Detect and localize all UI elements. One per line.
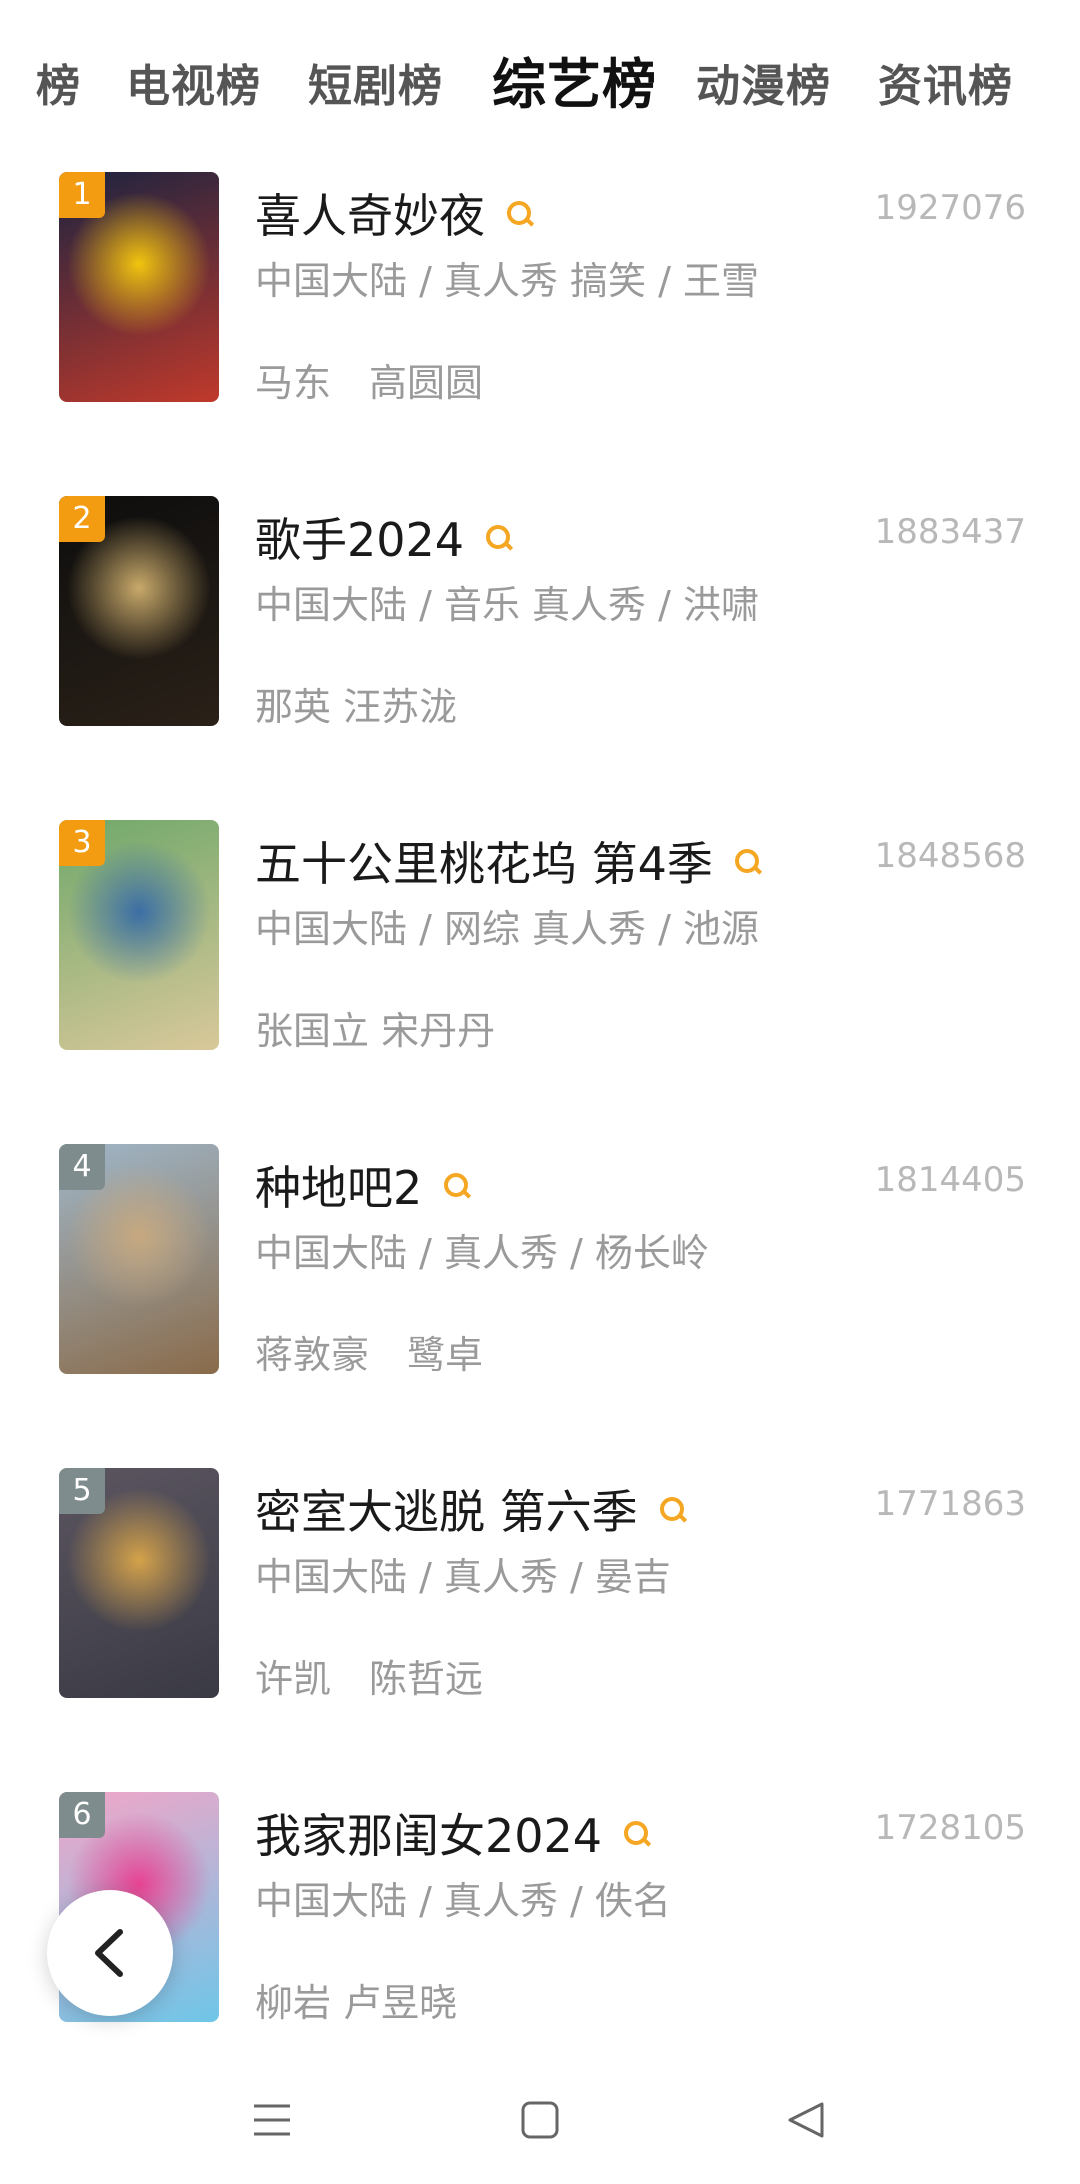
list-item[interactable]: 2 歌手2024 1883437 中国大陆 / 音乐 真人秀 / 洪啸 那英 汪… [0, 484, 1080, 808]
rank-badge: 6 [59, 1792, 105, 1838]
poster-image[interactable]: 5 [59, 1468, 219, 1698]
tab-anime[interactable]: 动漫榜 [696, 50, 831, 114]
search-icon[interactable] [624, 1821, 652, 1847]
category-tabs: 榜 电视榜 短剧榜 综艺榜 动漫榜 资讯榜 [0, 0, 1080, 160]
item-title-row[interactable]: 歌手2024 [255, 504, 514, 570]
search-icon[interactable] [486, 525, 514, 551]
item-title: 我家那闺女2024 [255, 1809, 603, 1863]
list-item[interactable]: 4 种地吧2 1814405 中国大陆 / 真人秀 / 杨长岭 蒋敦豪 鹭卓 [0, 1132, 1080, 1456]
rank-badge: 5 [59, 1468, 105, 1514]
tab-news[interactable]: 资讯榜 [878, 50, 1013, 114]
item-title-row[interactable]: 喜人奇妙夜 [255, 180, 535, 246]
tab-variety[interactable]: 综艺榜 [492, 40, 657, 119]
poster-image[interactable]: 2 [59, 496, 219, 726]
item-cast: 张国立 宋丹丹 [255, 1009, 496, 1053]
menu-icon[interactable] [252, 2100, 292, 2140]
search-icon[interactable] [444, 1173, 472, 1199]
search-icon[interactable] [734, 849, 762, 875]
item-title-row[interactable]: 五十公里桃花坞 第4季 [255, 828, 762, 894]
search-icon[interactable] [659, 1497, 687, 1523]
item-title-row[interactable]: 种地吧2 [255, 1152, 472, 1218]
tab-tv[interactable]: 电视榜 [126, 50, 261, 114]
item-meta: 中国大陆 / 网综 真人秀 / 池源 [255, 907, 760, 951]
heat-score: 1728105 [874, 1808, 1026, 1848]
item-meta: 中国大陆 / 真人秀 / 杨长岭 [255, 1231, 709, 1275]
item-cast: 那英 汪苏泷 [255, 685, 458, 729]
list-item[interactable]: 3 五十公里桃花坞 第4季 1848568 中国大陆 / 网综 真人秀 / 池源… [0, 808, 1080, 1132]
chevron-left-icon [95, 1929, 123, 1977]
item-title: 五十公里桃花坞 第4季 [255, 837, 713, 891]
heat-score: 1771863 [874, 1484, 1026, 1524]
rank-badge: 3 [59, 820, 105, 866]
system-nav-bar [0, 2070, 1080, 2184]
heat-score: 1814405 [874, 1160, 1026, 1200]
back-button[interactable] [47, 1890, 173, 2016]
item-meta: 中国大陆 / 真人秀 / 晏吉 [255, 1555, 671, 1599]
item-title: 密室大逃脱 第六季 [255, 1485, 638, 1539]
tab-0[interactable]: 榜 [36, 50, 81, 114]
item-cast: 马东 高圆圆 [255, 361, 484, 405]
page: 榜 电视榜 短剧榜 综艺榜 动漫榜 资讯榜 1 喜人奇妙夜 1927076 中国… [0, 0, 1080, 2184]
list-item[interactable]: 1 喜人奇妙夜 1927076 中国大陆 / 真人秀 搞笑 / 王雪 马东 高圆… [0, 160, 1080, 484]
item-meta: 中国大陆 / 音乐 真人秀 / 洪啸 [255, 583, 760, 627]
item-title: 喜人奇妙夜 [255, 189, 485, 243]
ranking-list: 1 喜人奇妙夜 1927076 中国大陆 / 真人秀 搞笑 / 王雪 马东 高圆… [0, 160, 1080, 2104]
list-item[interactable]: 5 密室大逃脱 第六季 1771863 中国大陆 / 真人秀 / 晏吉 许凯 陈… [0, 1456, 1080, 1780]
back-triangle-icon[interactable] [786, 2100, 826, 2140]
poster-image[interactable]: 4 [59, 1144, 219, 1374]
search-icon[interactable] [507, 201, 535, 227]
poster-image[interactable]: 3 [59, 820, 219, 1050]
item-meta: 中国大陆 / 真人秀 搞笑 / 王雪 [255, 259, 760, 303]
item-title-row[interactable]: 我家那闺女2024 [255, 1800, 652, 1866]
rank-badge: 1 [59, 172, 105, 218]
item-title: 种地吧2 [255, 1161, 423, 1215]
poster-image[interactable]: 1 [59, 172, 219, 402]
heat-score: 1927076 [874, 188, 1026, 228]
tab-short-drama[interactable]: 短剧榜 [308, 50, 443, 114]
item-meta: 中国大陆 / 真人秀 / 佚名 [255, 1879, 671, 1923]
item-cast: 许凯 陈哲远 [255, 1657, 484, 1701]
heat-score: 1848568 [874, 836, 1026, 876]
heat-score: 1883437 [874, 512, 1026, 552]
home-square-icon[interactable] [520, 2100, 560, 2140]
rank-badge: 4 [59, 1144, 105, 1190]
item-cast: 柳岩 卢昱晓 [255, 1981, 458, 2025]
rank-badge: 2 [59, 496, 105, 542]
item-cast: 蒋敦豪 鹭卓 [255, 1333, 484, 1377]
item-title: 歌手2024 [255, 513, 465, 567]
item-title-row[interactable]: 密室大逃脱 第六季 [255, 1476, 687, 1542]
